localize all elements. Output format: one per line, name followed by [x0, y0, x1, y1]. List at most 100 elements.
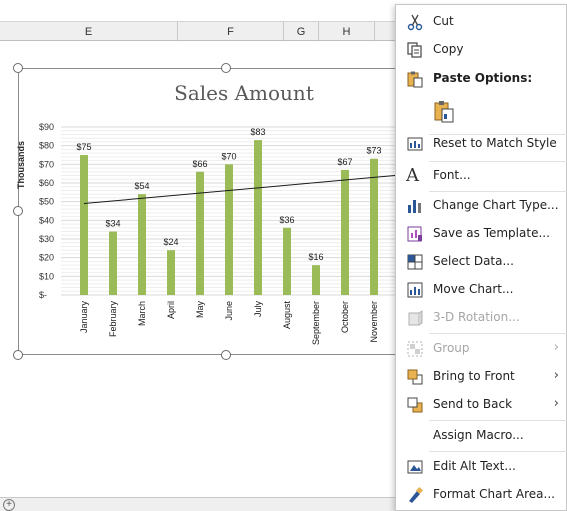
menu-assign-macro[interactable]: Assign Macro...: [396, 423, 567, 449]
data-label: $36: [279, 215, 294, 225]
group-icon: [407, 341, 423, 357]
menu-font[interactable]: A Font...: [396, 163, 567, 189]
category-label: February: [108, 301, 118, 338]
menu-copy-label: Copy: [433, 42, 464, 56]
column-header-g[interactable]: G: [284, 22, 319, 41]
menu-send-to-back[interactable]: Send to Back ›: [396, 392, 567, 418]
menu-edit-alt-text-label: Edit Alt Text...: [433, 459, 516, 473]
menu-save-as-template-label: Save as Template...: [433, 226, 550, 240]
menu-group: Group ›: [396, 336, 567, 362]
bar: [254, 140, 262, 295]
copy-icon: [407, 42, 422, 58]
menu-bring-to-front-label: Bring to Front: [433, 369, 515, 383]
y-tick-label: $80: [39, 141, 54, 151]
y-tick-label: $30: [39, 234, 54, 244]
column-header-e[interactable]: E: [0, 22, 178, 41]
category-label: March: [137, 301, 147, 326]
chart-area[interactable]: Sales Amount Thousands $- $10 $20 $30 $40 $50…: [16, 68, 439, 356]
resize-handle-top[interactable]: [221, 63, 231, 73]
send-back-icon: [407, 397, 423, 413]
bar: [138, 194, 146, 295]
scissors-icon: [407, 14, 423, 31]
category-label: July: [253, 301, 263, 318]
chevron-right-icon: ›: [553, 396, 559, 411]
column-header-h[interactable]: H: [319, 22, 375, 41]
data-label: $70: [221, 151, 236, 161]
menu-cut-label: Cut: [433, 14, 454, 28]
menu-copy[interactable]: Copy: [396, 37, 567, 63]
bring-front-icon: [407, 369, 423, 385]
y-tick-label: $50: [39, 197, 54, 207]
menu-3d-rotation: 3-D Rotation...: [396, 305, 567, 331]
y-tick-label: $40: [39, 215, 54, 225]
menu-paste-options: Paste Options:: [396, 66, 567, 92]
category-label: June: [224, 301, 234, 321]
y-tick-label: $10: [39, 271, 54, 281]
bar: [109, 231, 117, 295]
category-label: November: [369, 301, 379, 343]
y-tick-label: $90: [39, 122, 54, 132]
menu-font-label: Font...: [433, 168, 471, 182]
y-tick-label: $20: [39, 253, 54, 263]
data-label: $54: [134, 181, 149, 191]
data-label: $24: [163, 237, 178, 247]
menu-edit-alt-text[interactable]: Edit Alt Text...: [396, 454, 567, 480]
resize-handle-bottom-left[interactable]: [13, 350, 23, 360]
reset-style-icon: [407, 137, 423, 151]
select-data-icon: [407, 254, 423, 270]
menu-move-chart-label: Move Chart...: [433, 282, 514, 296]
menu-format-chart-area[interactable]: Format Chart Area...: [396, 482, 567, 508]
menu-bring-to-front[interactable]: Bring to Front ›: [396, 364, 567, 390]
template-icon: [407, 226, 422, 242]
y-tick-label: $-: [39, 290, 47, 300]
menu-select-data[interactable]: Select Data...: [396, 249, 567, 275]
font-icon: A: [406, 165, 419, 186]
context-menu: Cut Copy Paste Options: Reset to Match S…: [395, 4, 567, 511]
paste-keep-formatting-icon: [434, 101, 454, 123]
menu-change-chart-type-label: Change Chart Type...: [433, 198, 559, 212]
bar: [196, 171, 204, 295]
bar: [225, 164, 233, 295]
y-tick-label: $60: [39, 178, 54, 188]
menu-reset-to-match-style[interactable]: Reset to Match Style: [396, 131, 567, 157]
data-label: $16: [308, 252, 323, 262]
add-sheet-icon[interactable]: +: [3, 499, 15, 511]
menu-save-as-template[interactable]: Save as Template...: [396, 221, 567, 247]
category-label: April: [166, 301, 176, 319]
menu-assign-macro-label: Assign Macro...: [433, 428, 524, 442]
menu-cut[interactable]: Cut: [396, 9, 567, 35]
bar: [167, 250, 175, 295]
menu-paste-keep-formatting[interactable]: [396, 97, 567, 129]
menu-group-label: Group: [433, 341, 470, 355]
category-label: October: [340, 301, 350, 333]
alt-text-icon: [407, 460, 423, 474]
data-label: $34: [105, 219, 120, 229]
data-label: $75: [76, 142, 91, 152]
category-label: May: [195, 301, 205, 319]
chart-plot[interactable]: $- $10 $20 $30 $40 $50 $60 $70 $80 $90 $75 January $…: [19, 69, 439, 356]
rotation-3d-icon: [408, 310, 423, 326]
menu-paste-options-label: Paste Options:: [433, 71, 533, 85]
menu-reset-label: Reset to Match Style: [433, 136, 557, 150]
menu-format-chart-area-label: Format Chart Area...: [433, 487, 555, 501]
menu-change-chart-type[interactable]: Change Chart Type...: [396, 193, 567, 219]
data-label: $83: [250, 127, 265, 137]
menu-move-chart[interactable]: Move Chart...: [396, 277, 567, 303]
menu-select-data-label: Select Data...: [433, 254, 514, 268]
resize-handle-left[interactable]: [13, 206, 23, 216]
chevron-right-icon: ›: [553, 340, 559, 355]
bar: [283, 227, 291, 295]
data-label: $73: [366, 146, 381, 156]
paste-icon: [407, 71, 423, 88]
resize-handle-bottom[interactable]: [221, 350, 231, 360]
data-label: $67: [337, 157, 352, 167]
chevron-right-icon: ›: [553, 368, 559, 383]
data-label: $66: [192, 159, 207, 169]
bar: [341, 169, 349, 295]
menu-send-to-back-label: Send to Back: [433, 397, 513, 411]
column-header-f[interactable]: F: [178, 22, 284, 41]
bar: [370, 158, 378, 295]
resize-handle-top-left[interactable]: [13, 63, 23, 73]
bar: [312, 265, 320, 295]
category-label: September: [311, 301, 321, 345]
